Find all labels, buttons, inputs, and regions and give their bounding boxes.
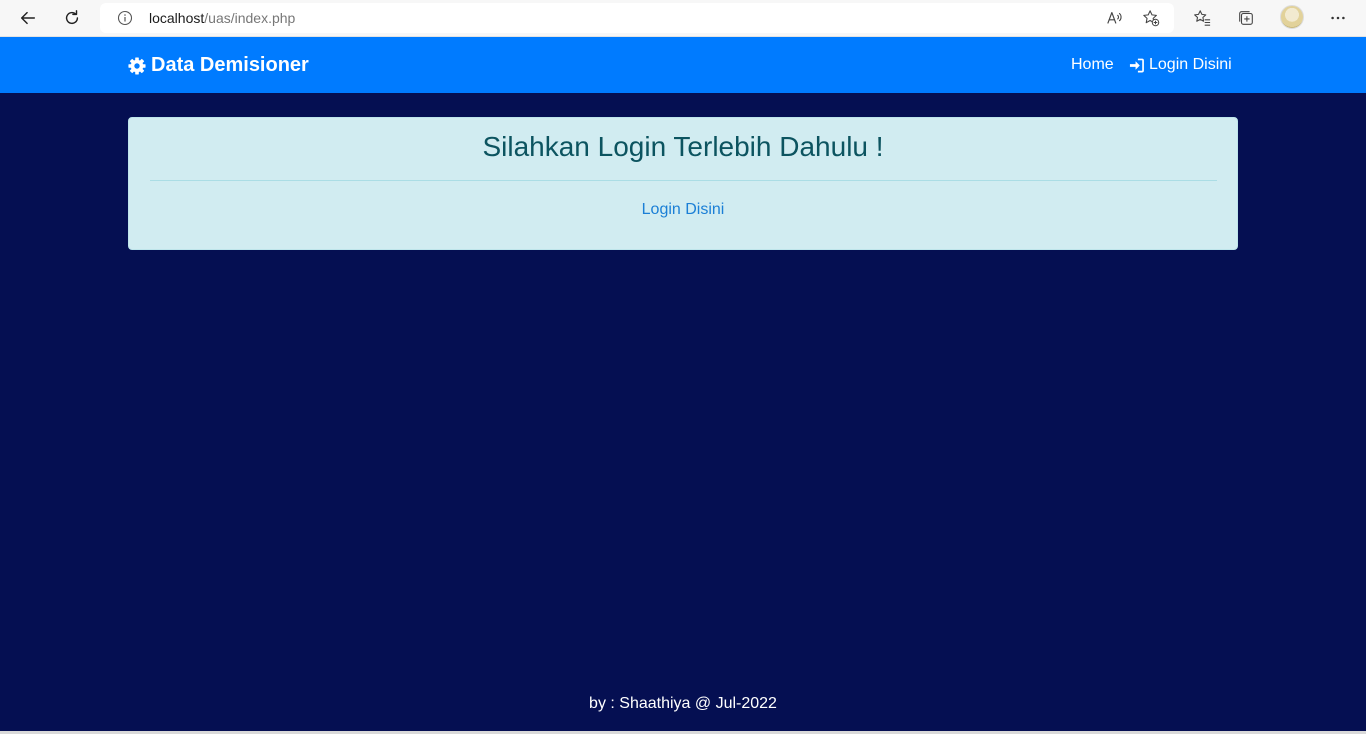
refresh-icon bbox=[65, 10, 79, 25]
url-text[interactable]: localhost/uas/index.php bbox=[149, 10, 295, 26]
back-icon bbox=[20, 11, 36, 25]
favorites-button[interactable] bbox=[1189, 5, 1215, 31]
refresh-button[interactable] bbox=[57, 4, 87, 32]
add-favorite-button[interactable] bbox=[1141, 8, 1161, 28]
site-navbar: Data Demisioner Home Login Disini bbox=[0, 37, 1366, 93]
alert-heading: Silahkan Login Terlebih Dahulu ! bbox=[482, 131, 884, 162]
more-button[interactable] bbox=[1325, 5, 1351, 31]
collections-icon bbox=[1239, 11, 1253, 25]
collections-button[interactable] bbox=[1233, 5, 1259, 31]
more-icon bbox=[1331, 16, 1345, 20]
info-icon[interactable] bbox=[117, 10, 133, 26]
brand-name: Data Demisioner bbox=[151, 54, 309, 76]
add-favorite-icon bbox=[1143, 10, 1160, 27]
read-aloud-icon bbox=[1107, 12, 1122, 24]
alert-divider bbox=[150, 180, 1217, 181]
profile-avatar[interactable] bbox=[1280, 5, 1304, 29]
nav-home-link[interactable]: Home bbox=[1071, 56, 1114, 74]
nav-login-link[interactable]: Login Disini bbox=[1129, 56, 1232, 74]
address-bar[interactable]: localhost/uas/index.php bbox=[100, 3, 1174, 33]
read-aloud-button[interactable] bbox=[1105, 8, 1125, 28]
login-alert: Silahkan Login Terlebih Dahulu ! Login D… bbox=[128, 117, 1238, 250]
favorites-icon bbox=[1194, 10, 1211, 26]
browser-toolbar: localhost/uas/index.php bbox=[0, 0, 1366, 37]
url-path: /uas/index.php bbox=[204, 10, 296, 26]
url-host: localhost bbox=[149, 10, 205, 26]
gear-icon bbox=[128, 56, 146, 75]
nav-login-label: Login Disini bbox=[1149, 56, 1232, 73]
alert-login-link[interactable]: Login Disini bbox=[129, 201, 1237, 219]
sign-in-icon bbox=[1129, 58, 1144, 72]
brand-link[interactable]: Data Demisioner bbox=[128, 54, 309, 77]
nav-home-label: Home bbox=[1071, 56, 1114, 73]
back-button[interactable] bbox=[13, 4, 43, 32]
footer-credit: by : Shaathiya @ Jul-2022 bbox=[589, 695, 777, 712]
